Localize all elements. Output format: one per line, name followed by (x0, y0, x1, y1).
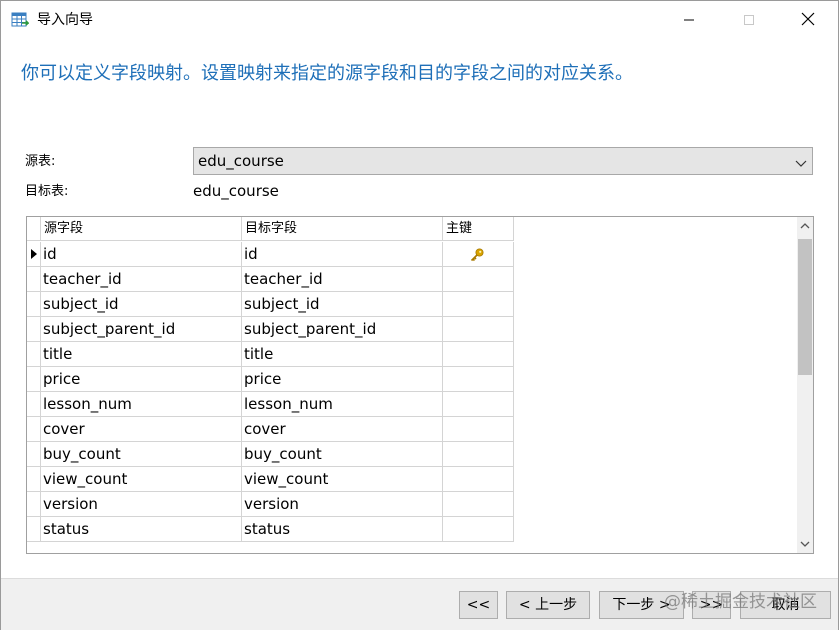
primary-key-cell[interactable] (443, 417, 514, 442)
primary-key-cell[interactable] (443, 292, 514, 317)
row-indicator (27, 517, 41, 542)
table-row[interactable]: status status (27, 517, 514, 542)
target-field-cell[interactable]: title (242, 342, 443, 367)
last-step-button[interactable]: >> (692, 591, 731, 619)
scroll-up-icon[interactable] (797, 217, 813, 235)
close-icon (801, 11, 815, 30)
scroll-thumb[interactable] (798, 239, 812, 375)
primary-key-cell[interactable] (443, 392, 514, 417)
table-row[interactable]: subject_parent_id subject_parent_id (27, 317, 514, 342)
target-field-cell[interactable]: cover (242, 417, 443, 442)
row-indicator (27, 467, 41, 492)
source-field-cell[interactable]: view_count (41, 467, 242, 492)
source-field-cell[interactable]: subject_parent_id (41, 317, 242, 342)
source-field-cell[interactable]: lesson_num (41, 392, 242, 417)
header-primary-key[interactable]: 主键 (443, 217, 514, 241)
primary-key-cell[interactable] (443, 517, 514, 542)
row-indicator (27, 417, 41, 442)
key-icon (469, 246, 485, 262)
primary-key-cell[interactable] (443, 467, 514, 492)
target-field-cell[interactable]: buy_count (242, 442, 443, 467)
source-field-cell[interactable]: cover (41, 417, 242, 442)
minimize-icon (683, 11, 695, 30)
table-row[interactable]: subject_id subject_id (27, 292, 514, 317)
primary-key-cell[interactable] (443, 367, 514, 392)
primary-key-cell[interactable] (443, 317, 514, 342)
row-indicator (27, 492, 41, 517)
target-field-cell[interactable]: version (242, 492, 443, 517)
source-field-cell[interactable]: teacher_id (41, 267, 242, 292)
previous-step-button[interactable]: < 上一步 (506, 591, 590, 619)
close-button[interactable] (778, 1, 838, 39)
target-table-label: 目标表: (25, 184, 69, 199)
row-indicator (27, 342, 41, 367)
primary-key-cell[interactable] (443, 242, 514, 267)
next-step-button[interactable]: 下一步 > (599, 591, 684, 619)
row-indicator (27, 367, 41, 392)
source-field-cell[interactable]: price (41, 367, 242, 392)
table-row[interactable]: id id (27, 242, 514, 267)
grid-header: 源字段 目标字段 主键 (27, 217, 797, 242)
chevron-down-icon (794, 155, 808, 167)
table-row[interactable]: view_count view_count (27, 467, 514, 492)
scroll-down-icon[interactable] (797, 535, 813, 553)
maximize-icon (743, 11, 755, 30)
target-field-cell[interactable]: subject_parent_id (242, 317, 443, 342)
source-field-cell[interactable]: buy_count (41, 442, 242, 467)
header-source-field[interactable]: 源字段 (41, 217, 242, 241)
source-table-label: 源表: (25, 154, 56, 169)
source-field-cell[interactable]: status (41, 517, 242, 542)
target-field-cell[interactable]: id (242, 242, 443, 267)
target-field-cell[interactable]: status (242, 517, 443, 542)
table-row[interactable]: teacher_id teacher_id (27, 267, 514, 292)
target-field-cell[interactable]: price (242, 367, 443, 392)
primary-key-cell[interactable] (443, 442, 514, 467)
current-row-marker-icon (31, 249, 37, 259)
row-indicator (27, 442, 41, 467)
first-step-button[interactable]: << (459, 591, 498, 619)
row-indicator (27, 267, 41, 292)
grid-body: id id teacher_id teacher_id subject_id subjec… (27, 242, 797, 553)
title-bar[interactable]: 导入向导 (1, 1, 838, 39)
primary-key-cell[interactable] (443, 492, 514, 517)
row-indicator (27, 392, 41, 417)
window-title: 导入向导 (37, 12, 93, 28)
source-table-select[interactable]: edu_course (193, 147, 813, 175)
wizard-instruction: 你可以定义字段映射。设置映射来指定的源字段和目的字段之间的对应关系。 (21, 63, 633, 84)
source-field-cell[interactable]: subject_id (41, 292, 242, 317)
source-field-cell[interactable]: version (41, 492, 242, 517)
row-indicator (27, 242, 41, 267)
table-row[interactable]: price price (27, 367, 514, 392)
cancel-button[interactable]: 取消 (740, 591, 831, 619)
target-table-value: edu_course (193, 182, 279, 200)
table-import-icon (11, 11, 30, 29)
field-mapping-grid[interactable]: 源字段 目标字段 主键 id id teacher_id teacher_id subj… (26, 216, 814, 554)
primary-key-cell[interactable] (443, 267, 514, 292)
table-row[interactable]: buy_count buy_count (27, 442, 514, 467)
target-field-cell[interactable]: subject_id (242, 292, 443, 317)
import-wizard-window: 导入向导 你可以定义字段映射。设置映射来指定的源字段和目的字段之间的对应关系。 … (0, 0, 839, 630)
table-row[interactable]: version version (27, 492, 514, 517)
row-indicator (27, 292, 41, 317)
source-table-value: edu_course (198, 152, 284, 170)
table-row[interactable]: cover cover (27, 417, 514, 442)
table-row[interactable]: lesson_num lesson_num (27, 392, 514, 417)
header-target-field[interactable]: 目标字段 (242, 217, 443, 241)
maximize-button[interactable] (719, 1, 779, 39)
target-field-cell[interactable]: view_count (242, 467, 443, 492)
source-field-cell[interactable]: title (41, 342, 242, 367)
table-row[interactable]: title title (27, 342, 514, 367)
source-field-cell[interactable]: id (41, 242, 242, 267)
target-field-cell[interactable]: lesson_num (242, 392, 443, 417)
wizard-footer: << < 上一步 下一步 > >> 取消 (1, 578, 838, 630)
row-indicator (27, 317, 41, 342)
vertical-scrollbar[interactable] (797, 217, 813, 553)
row-indicator-header (27, 217, 41, 241)
minimize-button[interactable] (659, 1, 719, 39)
target-field-cell[interactable]: teacher_id (242, 267, 443, 292)
primary-key-cell[interactable] (443, 342, 514, 367)
